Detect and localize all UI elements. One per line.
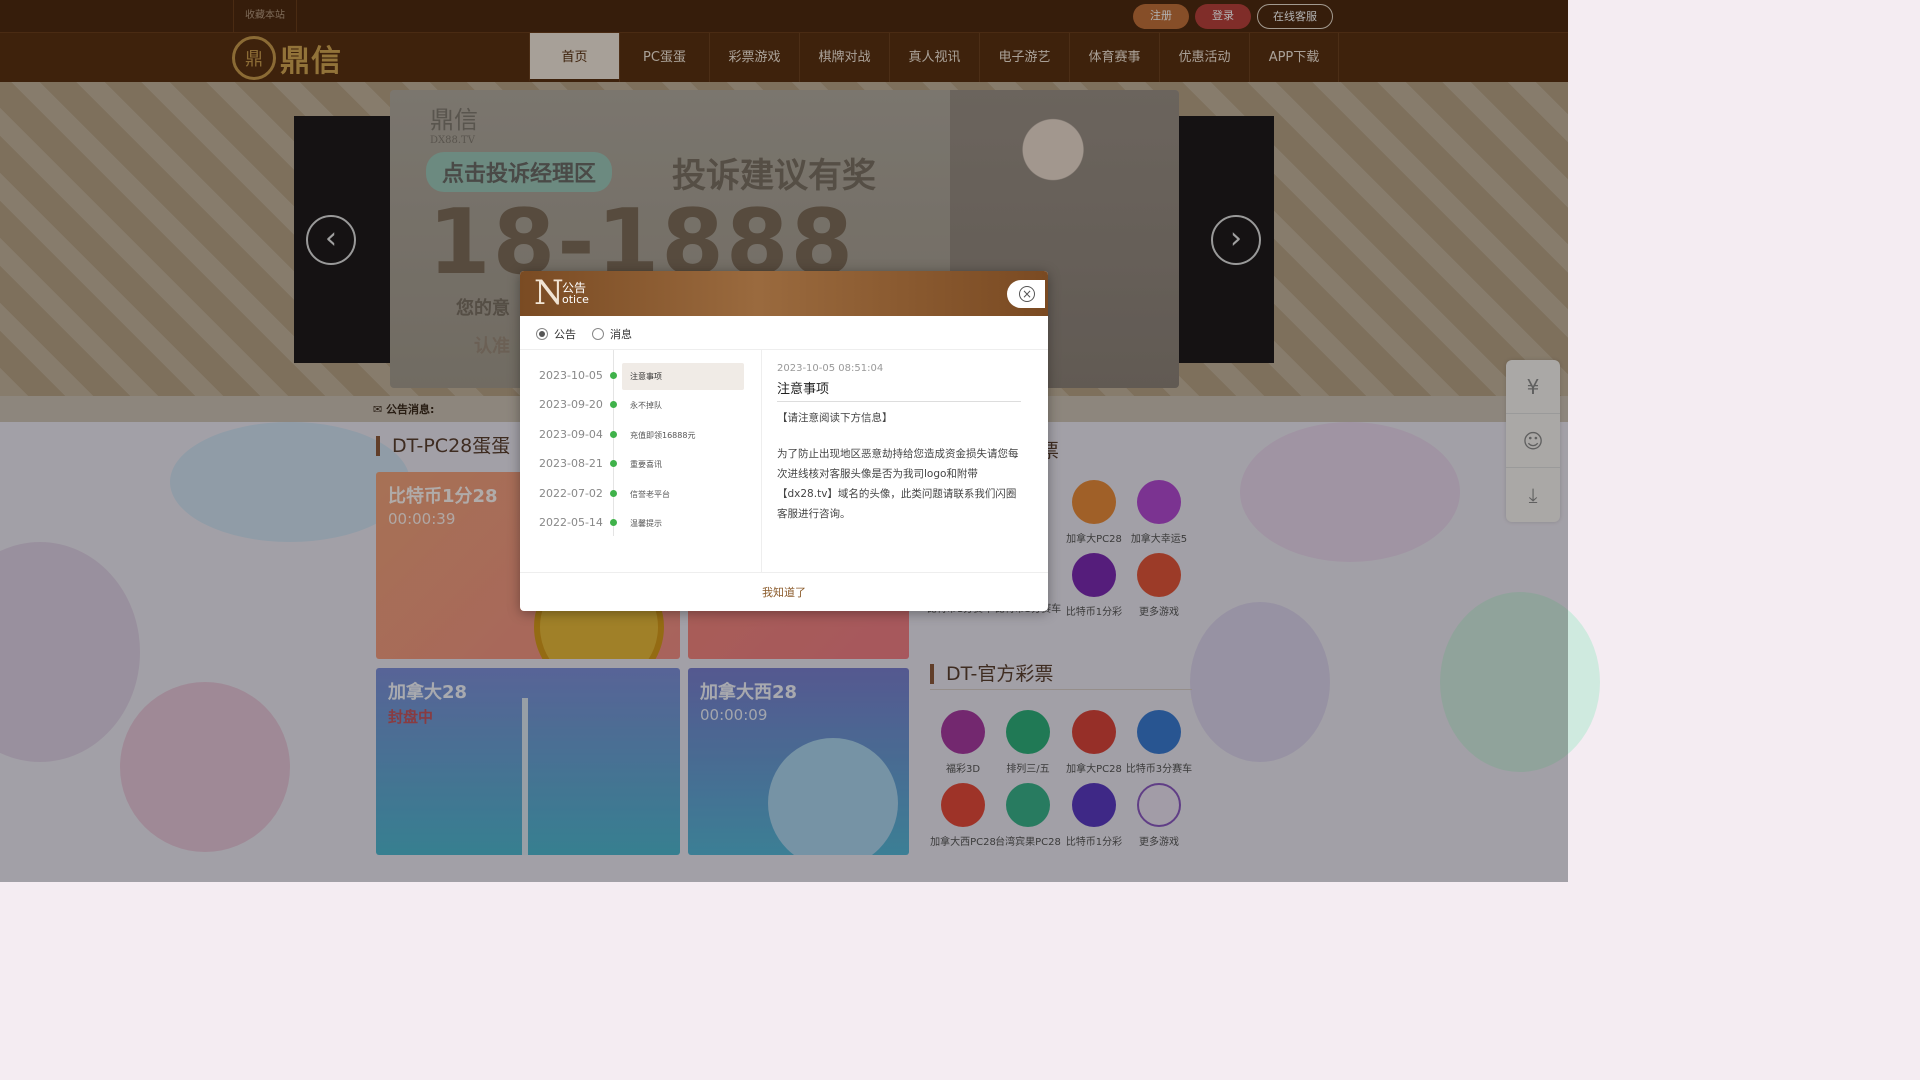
notice-date: 2022-05-14 [539,516,603,529]
modal-header: N 公告 otice × [520,271,1048,316]
notice-list-item[interactable]: 2023-09-20 永不掉队 [520,390,762,419]
radio-unchecked-icon [592,328,604,340]
timeline-dot-icon [610,372,617,379]
tab-message[interactable]: 消息 [592,326,632,342]
radio-checked-icon [536,328,548,340]
notice-list-item[interactable]: 2023-10-05 注意事项 [520,361,762,390]
notice-date: 2023-09-04 [539,428,603,441]
notice-list-item[interactable]: 2023-09-04 充值即领16888元 [520,420,762,449]
modal-close-button[interactable]: × [1007,280,1045,308]
notice-title: 温馨提示 [630,519,662,528]
timeline-dot-icon [610,490,617,497]
detail-heading: 注意事项 [777,378,1021,402]
notice-title: 永不掉队 [630,401,662,410]
close-icon: × [1019,286,1035,302]
modal-tabs: 公告 消息 [520,316,1048,350]
confirm-button[interactable]: 我知道了 [520,572,1048,611]
notice-list: 2023-10-05 注意事项 2023-09-20 永不掉队 2023-09-… [520,350,762,572]
modal-n-letter: N [534,273,564,313]
notice-title: 注意事项 [622,363,744,390]
modal-title-en: otice [562,293,589,306]
notice-date: 2023-10-05 [539,369,603,382]
notice-date: 2023-08-21 [539,457,603,470]
timeline-dot-icon [610,431,617,438]
detail-paragraph-2: 为了防止出现地区恶意劫持给您造成资金损失请您每次进线核对客服头像是否为我司log… [777,448,1019,520]
detail-paragraph-1: 【请注意阅读下方信息】 [777,412,893,424]
notice-list-item[interactable]: 2022-05-14 温馨提示 [520,508,762,537]
notice-date: 2022-07-02 [539,487,603,500]
detail-datetime: 2023-10-05 08:51:04 [777,363,884,374]
notice-title: 重要喜讯 [630,460,662,469]
notice-modal: N 公告 otice × 公告 消息 2023-10-05 注意事项 2023-… [520,271,1048,611]
tab-notice-label: 公告 [554,328,576,341]
notice-list-item[interactable]: 2023-08-21 重要喜讯 [520,449,762,478]
notice-detail: 2023-10-05 08:51:04 注意事项 【请注意阅读下方信息】 为了防… [777,363,1021,524]
timeline-dot-icon [610,401,617,408]
tab-notice[interactable]: 公告 [536,326,576,342]
timeline-dot-icon [610,460,617,467]
notice-title: 信誉老平台 [630,490,670,499]
timeline-dot-icon [610,519,617,526]
notice-list-item[interactable]: 2022-07-02 信誉老平台 [520,479,762,508]
tab-message-label: 消息 [610,328,632,341]
notice-date: 2023-09-20 [539,398,603,411]
notice-title: 充值即领16888元 [630,431,696,440]
